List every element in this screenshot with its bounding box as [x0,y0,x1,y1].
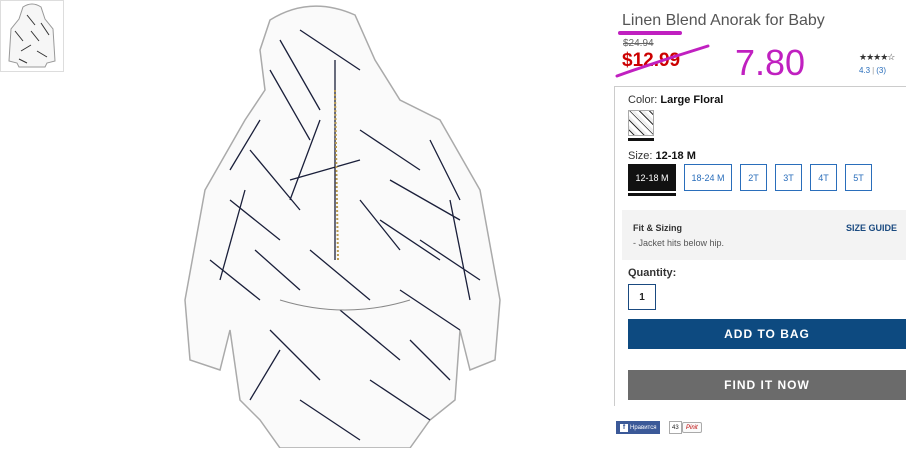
size-option-4t[interactable]: 4T [810,164,837,191]
rating-stars-icon[interactable]: ★★★★☆ [859,52,895,63]
color-swatch-large-floral[interactable] [628,110,654,136]
size-option-18-24m[interactable]: 18-24 M [684,164,732,191]
rating-summary[interactable]: 4.3 | (3) [859,66,886,75]
color-value: Large Floral [660,94,724,106]
size-value: 12-18 M [655,150,696,162]
fit-sizing-box [622,210,906,260]
size-option-2t[interactable]: 2T [740,164,767,191]
facebook-icon: f [620,423,628,432]
fit-note: - Jacket hits below hip. [633,238,725,248]
swatch-selected-indicator [628,138,654,141]
quantity-input[interactable]: 1 [628,284,656,310]
size-option-3t[interactable]: 3T [775,164,802,191]
quantity-label: Quantity: [628,267,677,279]
find-it-now-button[interactable]: FIND IT NOW [628,370,906,400]
add-to-bag-button[interactable]: ADD TO BAG [628,319,906,349]
size-guide-link[interactable]: SIZE GUIDE [846,223,897,233]
fit-sizing-title: Fit & Sizing [633,223,682,233]
facebook-like-button[interactable]: f Нравится [616,421,661,434]
original-price: $24.94 [623,38,654,49]
size-option-5t[interactable]: 5T [845,164,872,191]
size-label: Size: [628,150,653,162]
product-title: Linen Blend Anorak for Baby [622,12,825,29]
facebook-like-count: 43 [669,421,682,434]
size-option-12-18m[interactable]: 12-18 M [628,164,676,191]
size-selected-indicator [628,193,676,196]
product-thumbnail[interactable] [0,0,64,72]
rating-separator: | [872,66,875,75]
annotation-underline [618,31,682,35]
product-main-image [160,0,530,449]
sale-price: $12.99 [622,50,681,71]
review-count: (3) [876,66,886,75]
size-label-row: Size: 12-18 M [628,150,696,162]
annotation-price: 7.80 [735,42,806,83]
color-label-row: Color: Large Floral [628,94,723,106]
size-options: 12-18 M 18-24 M 2T 3T 4T 5T [628,164,872,191]
color-label: Color: [628,94,658,106]
rating-value: 4.3 [859,66,871,75]
facebook-like-label: Нравится [630,424,657,431]
pinterest-pin-button[interactable]: Pinit [682,422,702,433]
